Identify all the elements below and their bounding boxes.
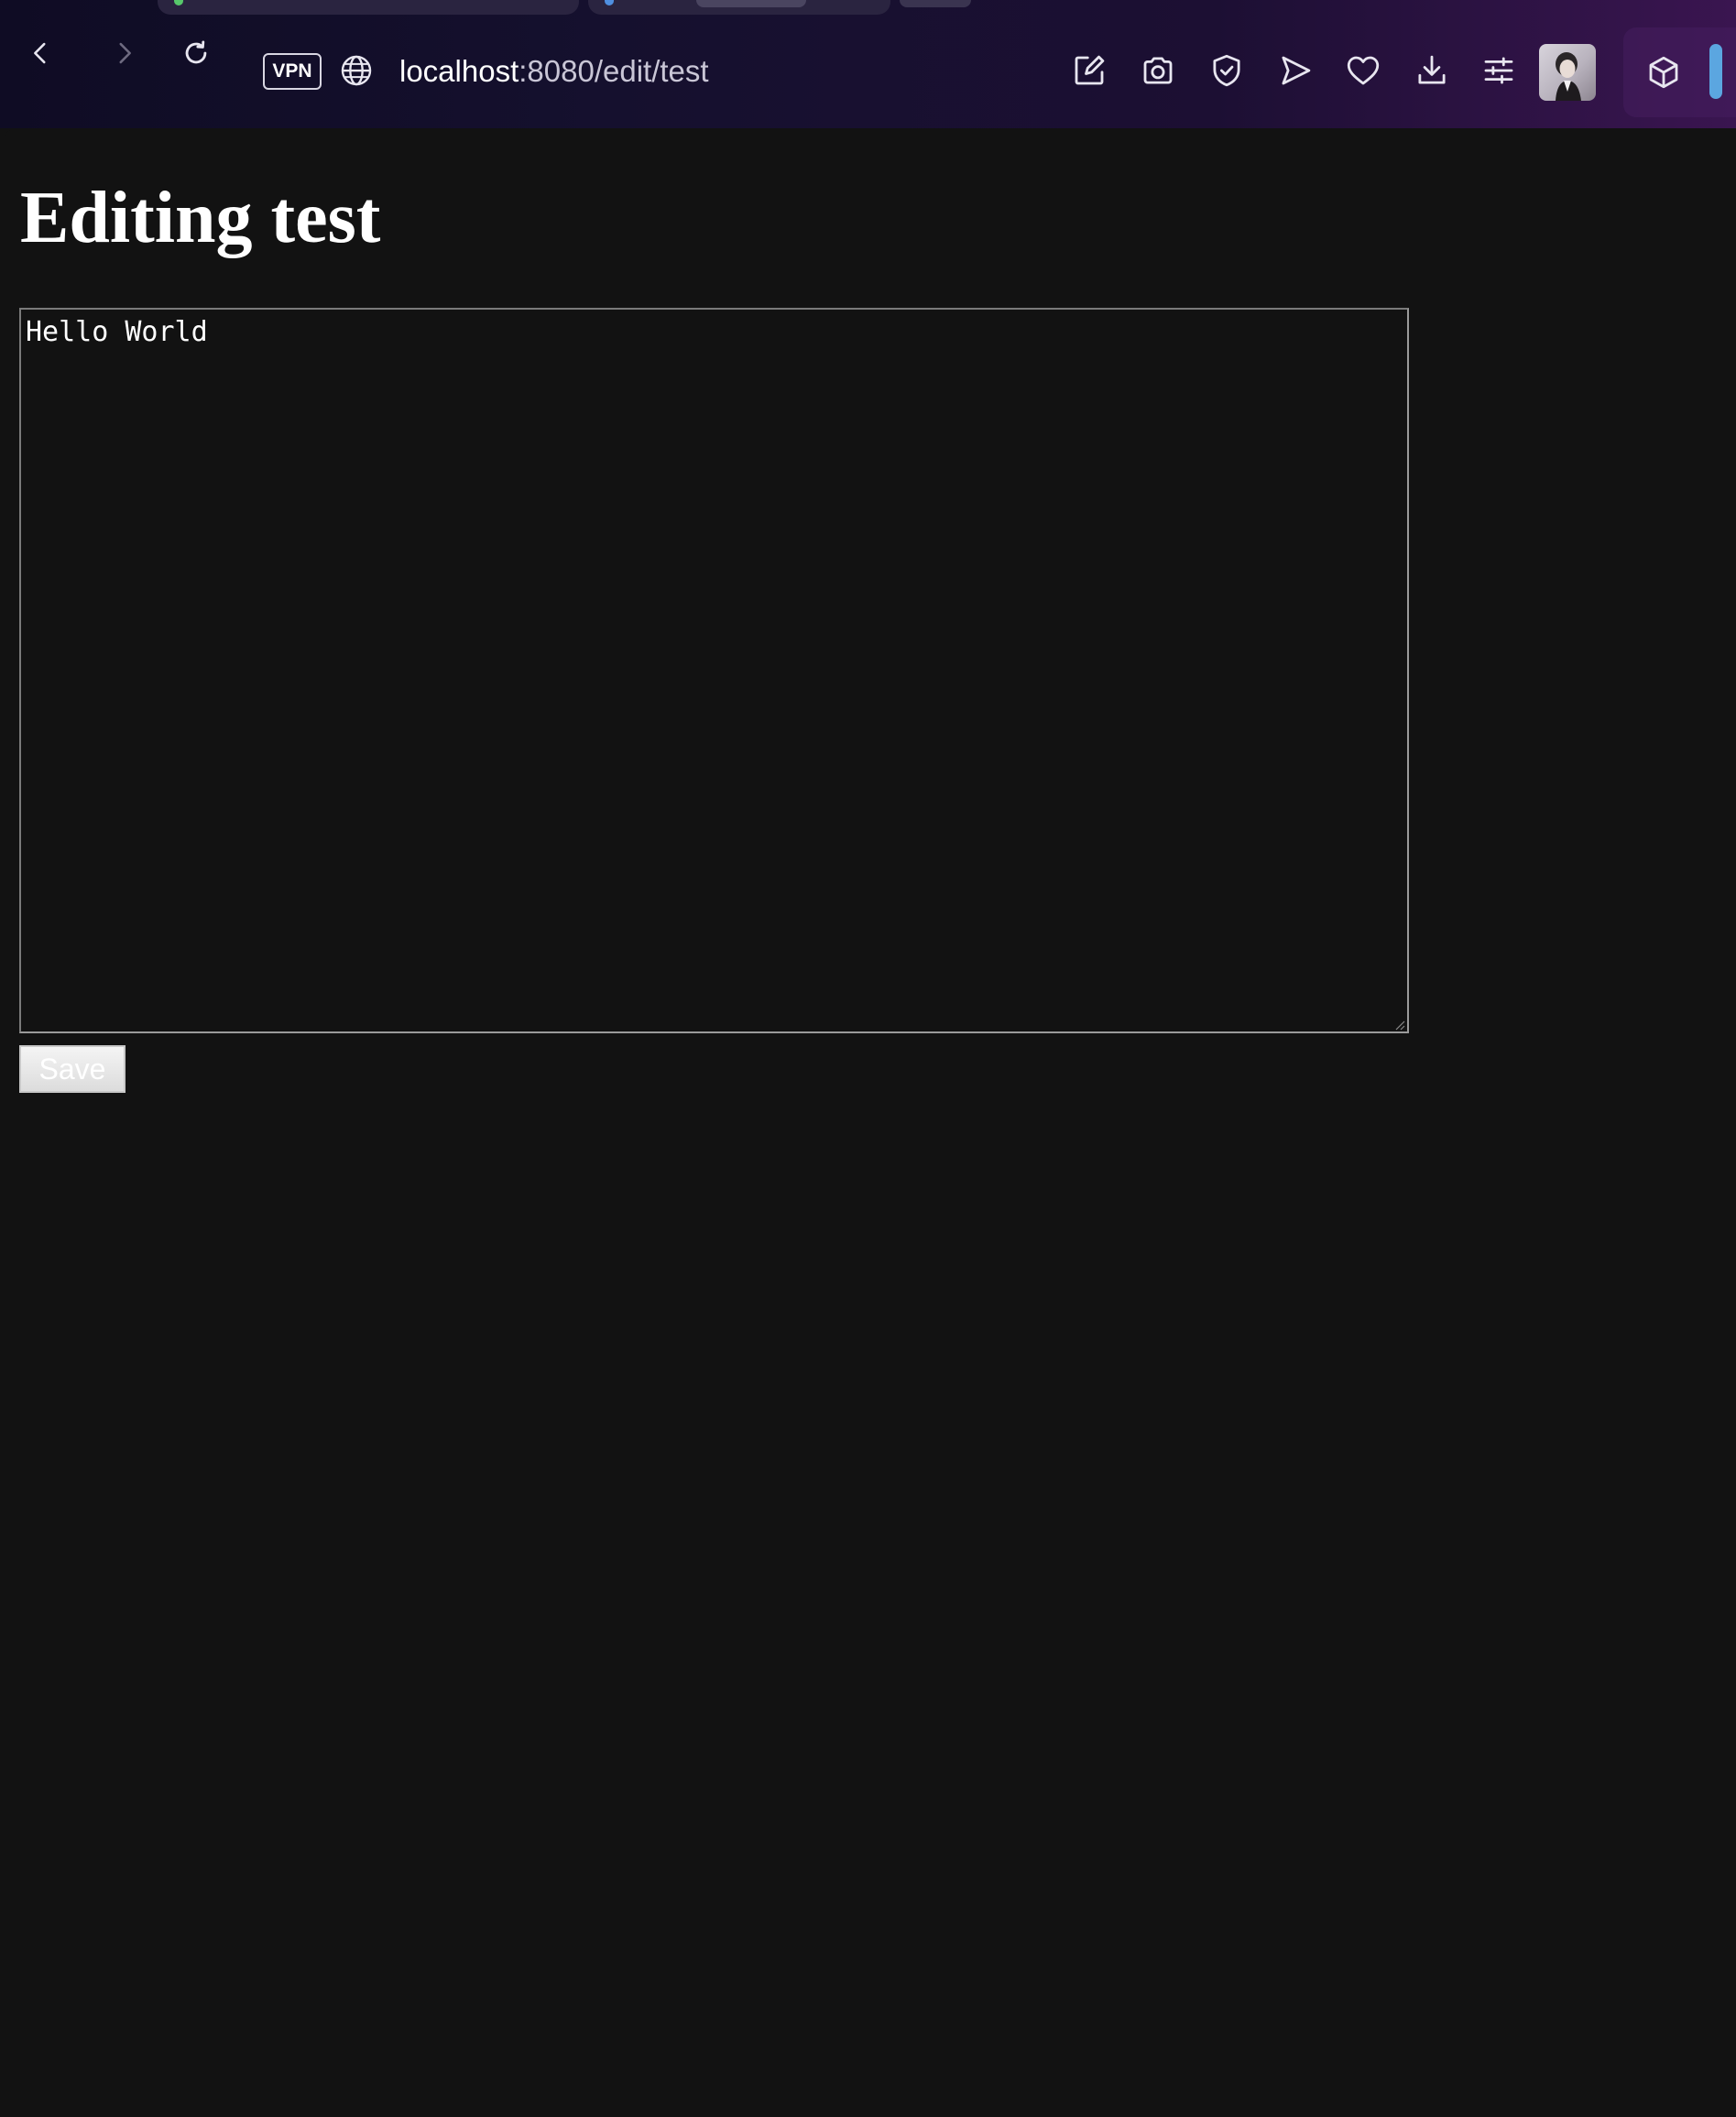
sliders-icon [1484,57,1513,84]
tab-3[interactable] [696,0,806,7]
sidebar-toggle-handle[interactable] [1709,44,1722,99]
tab-1[interactable] [158,0,579,15]
tab-4[interactable] [900,0,971,7]
download-icon [1418,55,1446,84]
url-path: :8080/edit/test [519,54,709,88]
shield-check-icon [1213,54,1240,87]
url-host: localhost [399,54,519,88]
back-button[interactable] [15,27,66,79]
reload-button[interactable] [170,27,222,79]
send-icon [1282,56,1311,85]
page-title: Editing test [20,178,381,258]
avatar [1556,52,1581,101]
address-bar[interactable]: localhost:8080/edit/test [399,51,709,92]
heart-icon [1347,56,1380,85]
profile-avatar[interactable] [1539,44,1596,101]
camera-icon [1143,57,1173,84]
vpn-badge[interactable]: VPN [263,53,322,90]
easy-setup-button[interactable] [1479,51,1518,90]
reload-icon [185,40,207,64]
globe-icon [341,55,372,86]
save-button[interactable]: Save [19,1045,126,1093]
share-edit-icon [1075,55,1105,85]
ad-blocker-button[interactable] [1207,51,1246,90]
downloads-button[interactable] [1413,51,1451,90]
extensions-button[interactable] [1644,53,1683,92]
snapshot-button[interactable] [1139,51,1177,90]
chevron-left-icon [34,42,46,64]
share-edit-button[interactable] [1070,51,1108,90]
chevron-right-icon [119,42,131,64]
resize-grip-icon [1395,1020,1405,1031]
cube-icon [1649,56,1678,89]
forward-button[interactable] [99,27,150,79]
site-info-button[interactable] [339,53,374,88]
send-button[interactable] [1276,51,1315,90]
content-textarea[interactable]: Hello World [19,308,1409,1033]
browser-chrome [0,0,1736,128]
favorites-button[interactable] [1344,51,1382,90]
resize-handle[interactable] [1392,1017,1405,1031]
